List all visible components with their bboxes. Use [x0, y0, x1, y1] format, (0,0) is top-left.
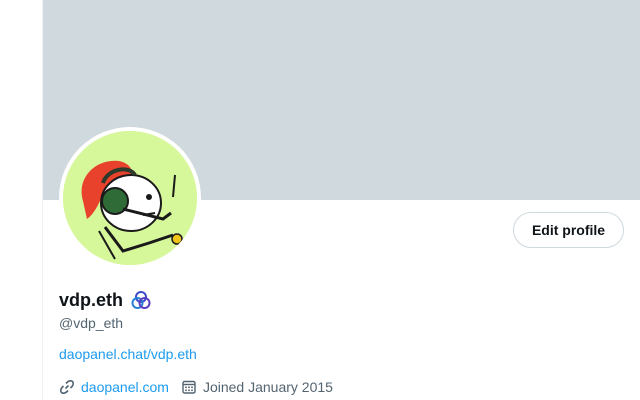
user-handle: @vdp_eth	[59, 315, 124, 331]
calendar-icon	[181, 379, 197, 395]
bio-link[interactable]: daopanel.chat/vdp.eth	[59, 346, 197, 362]
tri-ring-badge-icon[interactable]	[131, 290, 151, 310]
display-name: vdp.eth	[59, 289, 124, 310]
profile-meta-row: daopanel.com Joined January 2015	[59, 377, 333, 397]
avatar[interactable]	[59, 127, 201, 269]
joined-date: Joined January 2015	[202, 379, 333, 395]
left-navigation-rail	[0, 0, 43, 400]
link-icon	[59, 379, 75, 395]
edit-profile-button[interactable]: Edit profile	[513, 212, 624, 248]
name-row: vdp.eth	[59, 287, 151, 313]
website-link[interactable]: daopanel.com	[81, 379, 169, 395]
avatar-image	[63, 131, 197, 265]
